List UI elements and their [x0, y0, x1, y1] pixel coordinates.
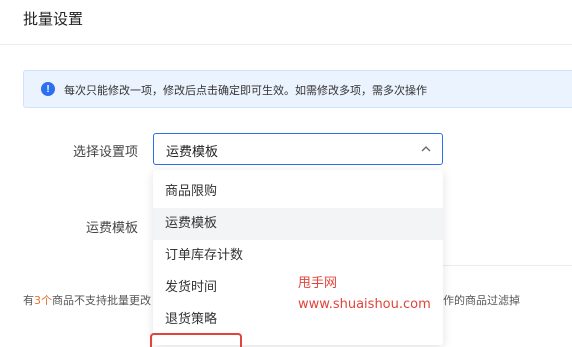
page-title: 批量设置: [23, 10, 84, 28]
watermark-url: www.shuaishou.com: [298, 297, 431, 312]
unsupported-notice: 有3个商品不支持批量更改: [23, 294, 151, 307]
notice-banner: ! 每次只能修改一项，修改后点击确定即可生效。如需修改多项，需多次操作: [23, 70, 572, 108]
info-icon: !: [41, 82, 55, 96]
setting-select-value: 运费模板: [166, 145, 219, 160]
template-label: 运费模板: [85, 221, 138, 236]
filter-notice: 作的商品过滤掉: [443, 294, 520, 307]
setting-label: 选择设置项: [72, 145, 138, 160]
header-divider: [0, 44, 572, 45]
option-shipping-template[interactable]: 运费模板: [153, 208, 443, 240]
chevron-up-icon: [421, 146, 431, 152]
setting-dropdown: 商品限购 运费模板 订单库存计数 发货时间 退货策略: [153, 170, 443, 345]
option-order-stock-count[interactable]: 订单库存计数: [153, 240, 443, 272]
highlight-box: [150, 333, 242, 347]
setting-select[interactable]: 运费模板: [153, 133, 443, 165]
notice-text: 每次只能修改一项，修改后点击确定即可生效。如需修改多项，需多次操作: [64, 84, 427, 97]
option-purchase-limit[interactable]: 商品限购: [153, 176, 443, 208]
watermark-name: 甩手网: [298, 276, 338, 291]
